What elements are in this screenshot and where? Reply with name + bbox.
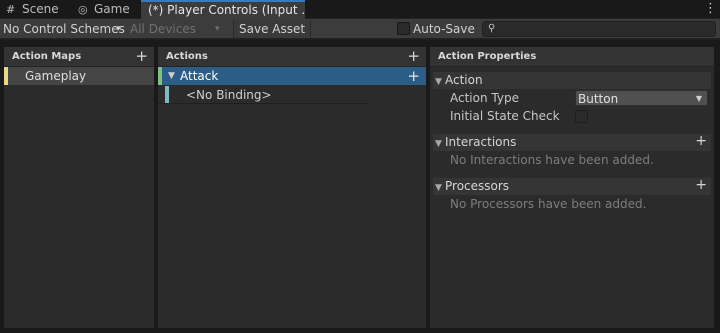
tab-game[interactable]: ◎ Game xyxy=(72,0,138,19)
processors-section-header[interactable]: ▼ Processors + xyxy=(433,178,711,195)
initial-state-check-label: Initial State Check xyxy=(450,109,560,123)
control-schemes-dropdown[interactable]: No Control Schemes ▾ xyxy=(3,20,127,38)
tab-player-controls[interactable]: (*) Player Controls (Input ... xyxy=(141,0,305,19)
action-type-value: Button xyxy=(578,92,619,106)
binding-color-stripe xyxy=(165,86,169,103)
add-interaction-button[interactable]: + xyxy=(695,134,707,149)
gamepad-icon: ◎ xyxy=(78,3,88,16)
save-asset-button[interactable]: Save Asset xyxy=(233,20,312,38)
action-maps-panel: Action Maps + Gameplay xyxy=(3,46,155,329)
action-maps-header: Action Maps + xyxy=(4,47,154,67)
tab-scene[interactable]: # Scene xyxy=(0,0,70,19)
interactions-section-header[interactable]: ▼ Interactions + xyxy=(433,134,711,151)
actions-header: Actions + xyxy=(158,47,426,67)
chevron-down-icon: ▾ xyxy=(215,24,220,34)
chevron-down-icon: ▼ xyxy=(695,94,702,103)
action-type-label: Action Type xyxy=(450,91,519,105)
chevron-down-icon: ▾ xyxy=(116,24,121,34)
devices-label: All Devices xyxy=(130,22,196,36)
control-schemes-label: No Control Schemes xyxy=(3,22,125,36)
editor-panels: Action Maps + Gameplay Actions + ▼ Attac… xyxy=(0,40,720,333)
add-processor-button[interactable]: + xyxy=(695,178,707,193)
grid-icon: # xyxy=(6,3,16,16)
action-properties-header: Action Properties xyxy=(430,47,714,67)
add-action-map-button[interactable]: + xyxy=(135,47,148,65)
action-properties-title: Action Properties xyxy=(438,51,537,62)
add-binding-button[interactable]: + xyxy=(407,67,420,85)
action-map-color-stripe xyxy=(4,67,8,85)
search-icon: ⚲ xyxy=(488,23,496,34)
action-map-label: Gameplay xyxy=(25,69,87,83)
tab-label: Scene xyxy=(22,2,59,16)
processors-section-label: Processors xyxy=(445,179,510,193)
interactions-empty-text: No Interactions have been added. xyxy=(450,153,654,167)
binding-item[interactable]: <No Binding> xyxy=(158,86,368,104)
actions-panel: Actions + ▼ Attack + <No Binding> xyxy=(157,46,427,329)
devices-dropdown[interactable]: All Devices ▾ xyxy=(130,20,230,38)
action-label: Attack xyxy=(180,69,219,83)
action-type-dropdown[interactable]: Button ▼ xyxy=(575,90,708,106)
tab-label: (*) Player Controls (Input ... xyxy=(148,3,305,17)
foldout-triangle-icon: ▼ xyxy=(435,139,442,149)
foldout-triangle-icon: ▼ xyxy=(435,183,442,193)
search-field[interactable]: ⚲ xyxy=(482,21,716,37)
interactions-section-label: Interactions xyxy=(445,135,517,149)
foldout-triangle-icon: ▼ xyxy=(435,77,442,87)
action-item-attack[interactable]: ▼ Attack + xyxy=(158,67,426,85)
auto-save-label: Auto-Save xyxy=(413,22,475,36)
window-menu-icon[interactable]: ⋮ xyxy=(704,2,717,16)
initial-state-check-checkbox[interactable] xyxy=(575,110,588,123)
action-section-header[interactable]: ▼ Action xyxy=(433,72,711,89)
action-properties-panel: Action Properties ▼ Action Action Type Bu… xyxy=(429,46,715,329)
action-section-label: Action xyxy=(445,73,483,87)
actions-title: Actions xyxy=(166,51,208,62)
tab-bar: # Scene ◎ Game (*) Player Controls (Input … xyxy=(0,0,720,19)
tab-label: Game xyxy=(94,2,130,16)
auto-save-checkbox[interactable] xyxy=(397,22,410,35)
processors-empty-text: No Processors have been added. xyxy=(450,197,647,211)
action-color-stripe xyxy=(158,67,162,85)
action-map-item-gameplay[interactable]: Gameplay xyxy=(4,67,154,85)
expand-triangle-icon[interactable]: ▼ xyxy=(168,67,175,85)
binding-label: <No Binding> xyxy=(186,88,272,102)
toolbar: No Control Schemes ▾ All Devices ▾ Save … xyxy=(0,19,720,39)
action-maps-title: Action Maps xyxy=(12,51,82,62)
add-action-button[interactable]: + xyxy=(407,47,420,65)
